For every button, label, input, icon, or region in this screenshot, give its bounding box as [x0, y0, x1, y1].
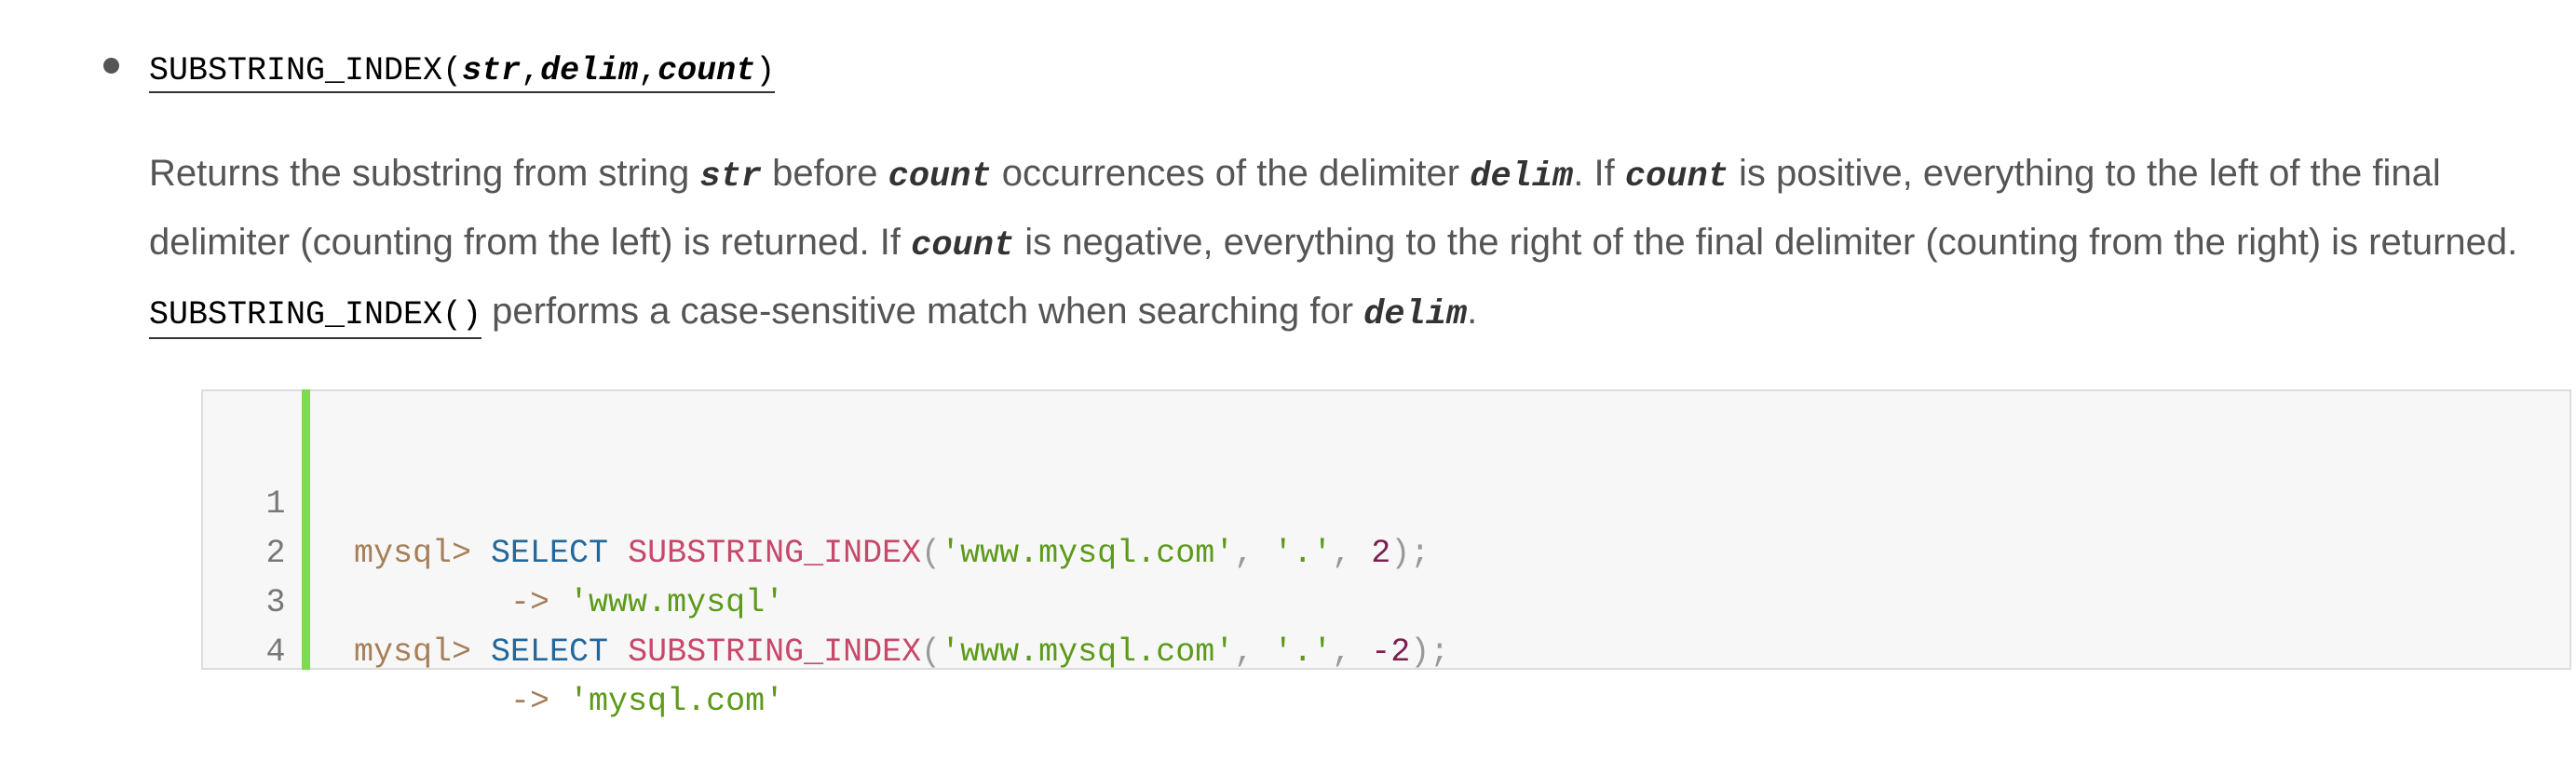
code-number: -2	[1371, 633, 1411, 671]
code-line: 2 -> 'www.mysql'	[203, 480, 2569, 621]
code-line-content: mysql> SELECT SUBSTRING_INDEX('www.mysql…	[354, 628, 1449, 677]
inline-code-count: count	[1624, 157, 1729, 197]
function-name: SUBSTRING_INDEX	[149, 52, 443, 89]
code-punctuation: ,	[1332, 633, 1372, 671]
code-punctuation: (	[921, 633, 942, 671]
close-paren: )	[755, 52, 776, 93]
desc-text: is negative, everything to the right of …	[1014, 222, 2518, 263]
code-line-content: -> 'mysql.com'	[354, 677, 784, 727]
line-number: 4	[265, 633, 286, 671]
code-line: 3 mysql> SELECT SUBSTRING_INDEX('www.mys…	[203, 529, 2569, 671]
function-name-link[interactable]: SUBSTRING_INDEX(	[149, 52, 463, 93]
function-description: Returns the substring from string str be…	[149, 141, 2570, 347]
code-string: '.'	[1273, 633, 1333, 671]
arg-count: count	[658, 52, 756, 93]
code-prompt: mysql>	[354, 633, 492, 671]
inline-code-count: count	[888, 157, 992, 197]
code-result-arrow: ->	[510, 683, 570, 720]
function-ref-link[interactable]: SUBSTRING_INDEX()	[149, 296, 482, 339]
code-line: 4 -> 'mysql.com'	[203, 579, 2569, 720]
desc-text: .	[1467, 291, 1478, 332]
desc-text: . If	[1573, 153, 1625, 194]
comma: ,	[638, 52, 658, 93]
code-string: 'www.mysql.com'	[941, 633, 1235, 671]
inline-code-delim: delim	[1470, 157, 1574, 197]
function-signature: SUBSTRING_INDEX(str,delim,count)	[149, 48, 776, 93]
code-line: 1 mysql> SELECT SUBSTRING_INDEX('www.mys…	[203, 430, 2569, 572]
code-function: SUBSTRING_INDEX	[628, 633, 922, 671]
code-lines: 1 mysql> SELECT SUBSTRING_INDEX('www.mys…	[203, 430, 2569, 720]
code-keyword: SELECT	[491, 633, 609, 671]
inline-code-str: str	[699, 157, 762, 197]
code-example-block: 1 mysql> SELECT SUBSTRING_INDEX('www.mys…	[201, 389, 2571, 720]
open-paren: (	[442, 52, 463, 89]
desc-text: Returns the substring from string	[149, 153, 700, 194]
inline-code-count: count	[911, 226, 1015, 265]
code-punctuation: );	[1410, 633, 1450, 671]
bullet-marker	[103, 58, 119, 74]
desc-text: occurrences of the delimiter	[991, 153, 1471, 194]
code-result: 'mysql.com'	[569, 683, 785, 720]
desc-text: before	[761, 153, 888, 194]
desc-text: performs a case-sensitive match when sea…	[481, 291, 1364, 332]
code-punctuation: ,	[1234, 633, 1274, 671]
comma: ,	[521, 52, 541, 93]
arg-delim: delim	[540, 52, 639, 93]
inline-code-delim: delim	[1363, 295, 1468, 334]
arg-str: str	[462, 52, 522, 93]
